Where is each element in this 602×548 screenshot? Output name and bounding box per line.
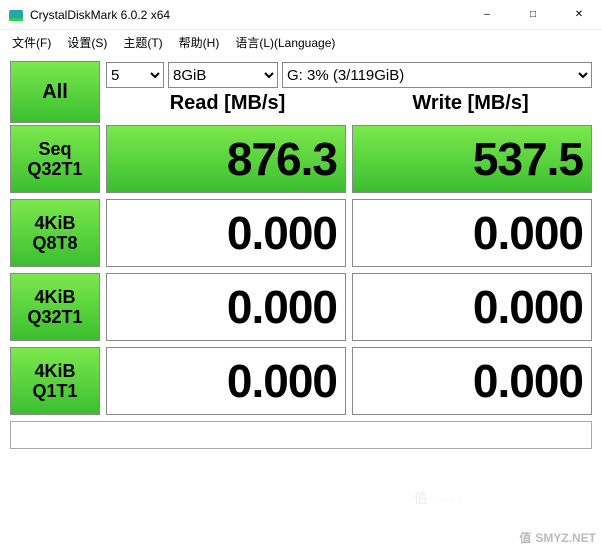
watermark-icon: 值: [519, 529, 531, 546]
content-area: All 5 8GiB G: 3% (3/119GiB) Read [MB/s] …: [0, 54, 602, 449]
watermark-ghost: 值 · · · ·: [414, 488, 462, 508]
size-select[interactable]: 8GiB: [168, 62, 278, 88]
result-row: 4KiBQ1T10.0000.000: [10, 347, 592, 415]
watermark: 值 SMYZ.NET: [519, 529, 596, 546]
test-label-line2: Q1T1: [32, 381, 77, 401]
menu-settings[interactable]: 设置(S): [61, 32, 113, 53]
runs-select[interactable]: 5: [106, 62, 164, 88]
test-label-line1: 4KiB: [34, 287, 75, 307]
write-value: 0.000: [352, 273, 592, 341]
column-headers: Read [MB/s] Write [MB/s]: [106, 92, 592, 122]
menu-file[interactable]: 文件(F): [6, 32, 57, 53]
watermark-text: SMYZ.NET: [535, 531, 596, 545]
test-label-line1: Seq: [38, 139, 71, 159]
read-header: Read [MB/s]: [106, 92, 349, 122]
test-label-line2: Q8T8: [32, 233, 77, 253]
window-controls: – □ ✕: [464, 0, 602, 30]
titlebar: CrystalDiskMark 6.0.2 x64 – □ ✕: [0, 0, 602, 30]
write-value: 0.000: [352, 347, 592, 415]
write-value: 537.5: [352, 125, 592, 193]
read-value: 876.3: [106, 125, 346, 193]
results-grid: SeqQ32T1876.3537.54KiBQ8T80.0000.0004KiB…: [10, 125, 592, 415]
run-all-button[interactable]: All: [10, 61, 100, 123]
dropdown-row: 5 8GiB G: 3% (3/119GiB): [106, 62, 592, 88]
read-value: 0.000: [106, 347, 346, 415]
result-row: 4KiBQ8T80.0000.000: [10, 199, 592, 267]
menubar: 文件(F) 设置(S) 主题(T) 帮助(H) 语言(L)(Language): [0, 30, 602, 54]
minimize-button[interactable]: –: [464, 0, 510, 30]
test-label-line2: Q32T1: [27, 159, 82, 179]
write-header: Write [MB/s]: [349, 92, 592, 122]
test-label-line1: 4KiB: [34, 361, 75, 381]
menu-theme[interactable]: 主题(T): [117, 32, 168, 53]
menu-language[interactable]: 语言(L)(Language): [229, 32, 341, 53]
close-button[interactable]: ✕: [556, 0, 602, 30]
result-row: SeqQ32T1876.3537.5: [10, 125, 592, 193]
read-value: 0.000: [106, 273, 346, 341]
test-label-line1: 4KiB: [34, 213, 75, 233]
status-bar: [10, 421, 592, 449]
maximize-button[interactable]: □: [510, 0, 556, 30]
write-value: 0.000: [352, 199, 592, 267]
window-title: CrystalDiskMark 6.0.2 x64: [30, 8, 464, 22]
result-row: 4KiBQ32T10.0000.000: [10, 273, 592, 341]
test-button-4kib-q32t1[interactable]: 4KiBQ32T1: [10, 273, 100, 341]
test-button-4kib-q1t1[interactable]: 4KiBQ1T1: [10, 347, 100, 415]
read-value: 0.000: [106, 199, 346, 267]
drive-select[interactable]: G: 3% (3/119GiB): [282, 62, 592, 88]
test-button-4kib-q8t8[interactable]: 4KiBQ8T8: [10, 199, 100, 267]
menu-help[interactable]: 帮助(H): [173, 32, 226, 53]
test-label-line2: Q32T1: [27, 307, 82, 327]
test-button-seq-q32t1[interactable]: SeqQ32T1: [10, 125, 100, 193]
app-icon: [8, 7, 24, 23]
